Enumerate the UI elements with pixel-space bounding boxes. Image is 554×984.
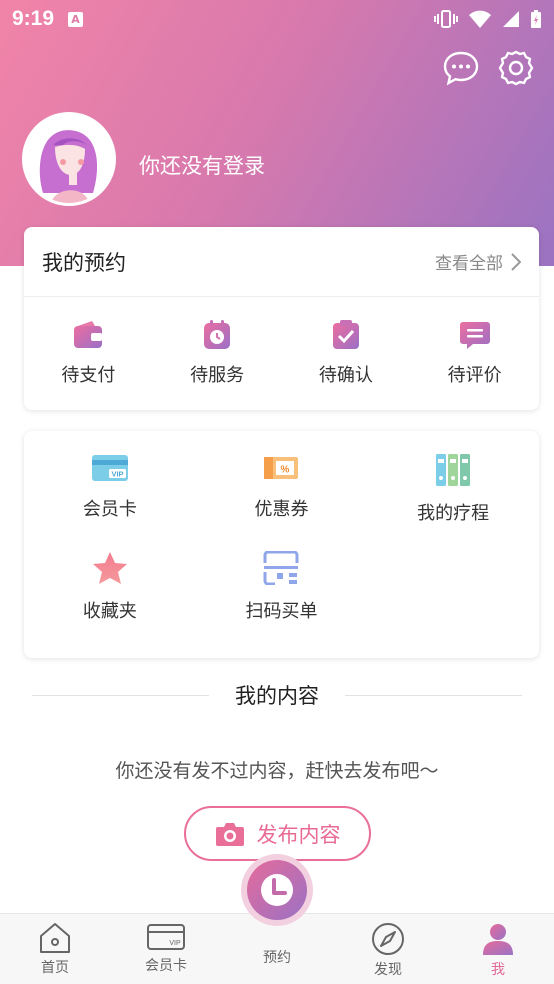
login-prompt[interactable]: 你还没有登录 xyxy=(139,150,265,180)
camera-icon xyxy=(215,822,244,846)
appointments-card: 我的预约 查看全部 待支付 待服务 待确认 待评价 xyxy=(24,227,539,410)
my-content-divider: 我的内容 xyxy=(32,680,522,710)
chat-button[interactable] xyxy=(441,48,481,88)
person-icon xyxy=(483,924,513,955)
tab-appointment[interactable]: 预约 xyxy=(237,947,317,967)
wifi-icon xyxy=(469,10,491,28)
scan-pay-item[interactable]: 扫码买单 xyxy=(196,551,368,623)
home-icon xyxy=(40,923,70,953)
tab-discover-label: 发现 xyxy=(374,962,402,978)
status-bar: 9:19 A xyxy=(0,0,554,38)
vip-card-icon: VIP xyxy=(91,455,128,481)
comment-icon xyxy=(459,322,490,349)
chat-bubble-icon xyxy=(443,51,479,86)
avatar[interactable] xyxy=(22,112,116,206)
cell-signal-icon xyxy=(503,11,519,27)
chevron-right-icon xyxy=(511,252,521,271)
settings-button[interactable] xyxy=(496,48,536,88)
divider-line-left xyxy=(32,694,209,696)
clock-icon xyxy=(261,874,293,906)
status-notification-indicator: A xyxy=(68,11,84,27)
battery-charging-icon xyxy=(531,10,541,28)
empty-content-message: 你还没有发不过内容，赶快去发布吧～ xyxy=(115,760,439,782)
tab-home[interactable]: 首页 xyxy=(15,922,95,977)
coupon-icon: % xyxy=(264,457,299,479)
publish-content-label: 发布内容 xyxy=(256,822,341,847)
coupon-label: 优惠券 xyxy=(254,499,309,520)
wallet-icon xyxy=(74,321,103,348)
divider-line-right xyxy=(345,694,522,696)
tab-me[interactable]: 我 xyxy=(458,922,538,979)
favorites-item[interactable]: 收藏夹 xyxy=(24,551,196,623)
star-icon xyxy=(92,552,127,584)
binders-icon xyxy=(436,454,471,486)
pending-service-label: 待服务 xyxy=(190,365,245,386)
appointments-header: 我的预约 查看全部 xyxy=(24,227,539,297)
vip-card-label: 会员卡 xyxy=(82,499,137,520)
svg-text:VIP: VIP xyxy=(169,940,181,947)
favorites-label: 收藏夹 xyxy=(82,601,137,622)
check-clipboard-icon xyxy=(332,320,359,349)
gear-icon xyxy=(498,50,534,86)
pending-review-label: 待评价 xyxy=(447,365,502,386)
my-content-title: 我的内容 xyxy=(235,684,319,708)
publish-content-button[interactable]: 发布内容 xyxy=(184,806,371,861)
appointment-status-row: 待支付 待服务 待确认 待评价 xyxy=(24,297,539,409)
appointments-title: 我的预约 xyxy=(42,250,126,275)
pending-review-item[interactable]: 待评价 xyxy=(410,319,539,387)
tab-home-label: 首页 xyxy=(41,960,69,976)
view-all-link[interactable]: 查看全部 xyxy=(435,249,521,274)
clock-icon xyxy=(204,320,231,349)
woman-avatar-icon xyxy=(25,115,113,203)
pending-service-item[interactable]: 待服务 xyxy=(153,319,282,387)
my-treatment-label: 我的疗程 xyxy=(417,503,490,524)
center-appointment-button[interactable] xyxy=(241,854,313,926)
pending-confirm-item[interactable]: 待确认 xyxy=(282,319,411,387)
pending-payment-label: 待支付 xyxy=(61,365,116,386)
tab-appointment-label: 预约 xyxy=(263,950,291,966)
svg-text:VIP: VIP xyxy=(111,470,123,479)
scan-icon xyxy=(263,551,299,585)
pending-confirm-label: 待确认 xyxy=(318,365,373,386)
scan-pay-label: 扫码买单 xyxy=(245,601,318,622)
view-all-label: 查看全部 xyxy=(435,254,503,274)
svg-text:%: % xyxy=(281,465,290,476)
coupon-item[interactable]: % 优惠券 xyxy=(196,453,368,525)
vip-card-item[interactable]: VIP 会员卡 xyxy=(24,453,196,525)
center-appointment-inner xyxy=(247,860,307,920)
tab-member-card[interactable]: VIP 会员卡 xyxy=(126,922,206,975)
status-icons xyxy=(434,9,542,29)
tab-discover[interactable]: 发现 xyxy=(348,922,428,979)
tab-me-label: 我 xyxy=(491,962,505,978)
tools-grid: VIP 会员卡 % 优惠券 我的疗程 收藏夹 扫码买单 xyxy=(24,431,539,623)
pending-payment-item[interactable]: 待支付 xyxy=(24,319,153,387)
status-time: 9:19 xyxy=(12,7,55,30)
tools-card: VIP 会员卡 % 优惠券 我的疗程 收藏夹 扫码买单 xyxy=(24,431,539,658)
vibrate-icon xyxy=(434,10,458,28)
tab-member-card-label: 会员卡 xyxy=(145,958,187,974)
card-icon: VIP xyxy=(147,924,185,950)
compass-icon xyxy=(372,923,404,955)
my-treatment-item[interactable]: 我的疗程 xyxy=(367,453,539,525)
